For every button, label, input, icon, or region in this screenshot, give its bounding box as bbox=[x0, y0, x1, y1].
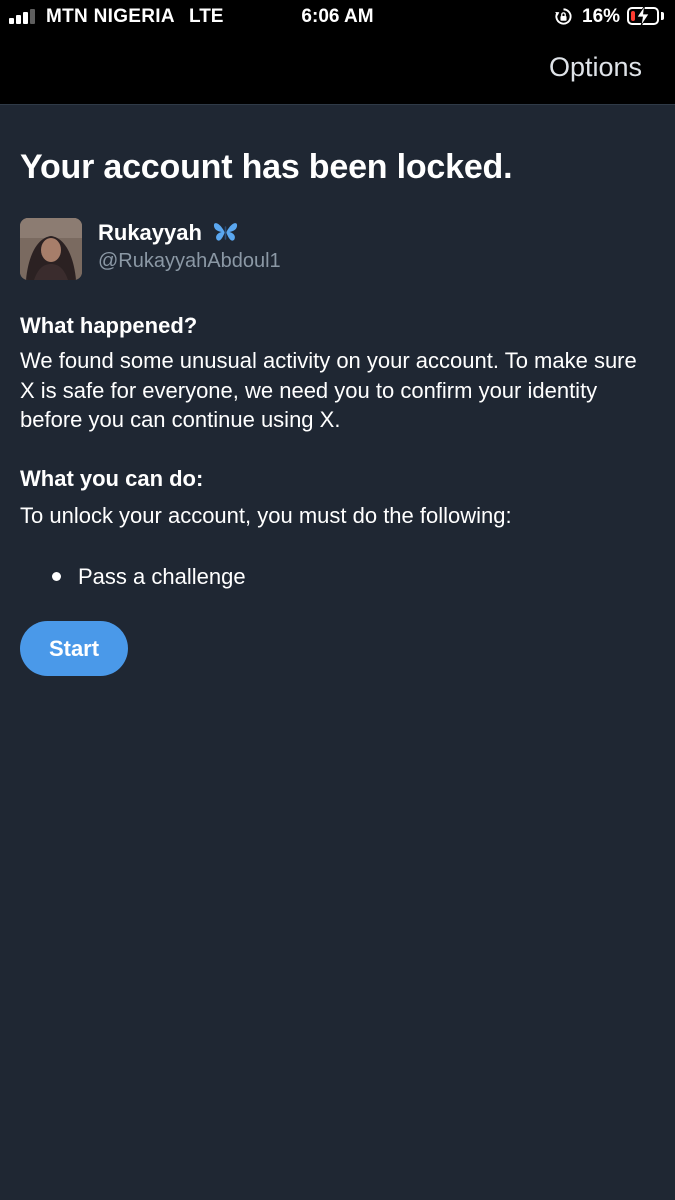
bullet-icon bbox=[52, 572, 61, 581]
butterfly-icon bbox=[213, 223, 238, 241]
page-title: Your account has been locked. bbox=[20, 148, 513, 186]
options-button[interactable]: Options bbox=[549, 52, 642, 83]
status-time: 6:06 AM bbox=[301, 6, 374, 27]
avatar bbox=[20, 218, 82, 280]
step-pass-challenge: Pass a challenge bbox=[78, 564, 246, 589]
battery-level bbox=[631, 11, 635, 21]
what-you-can-do-body: To unlock your account, you must do the … bbox=[20, 503, 512, 528]
what-happened-heading: What happened? bbox=[20, 313, 198, 338]
rotation-lock-icon bbox=[555, 8, 572, 25]
top-bar: MTN NIGERIA LTE 6:06 AM 16% Options bbox=[0, 0, 675, 104]
start-button[interactable]: Start bbox=[20, 621, 128, 676]
display-name: Rukayyah bbox=[98, 220, 202, 245]
what-happened-body: We found some unusual activity on your a… bbox=[20, 348, 637, 432]
status-bar: MTN NIGERIA LTE 6:06 AM 16% bbox=[0, 0, 675, 34]
header-divider bbox=[0, 104, 675, 105]
battery-percentage: 16% bbox=[582, 6, 621, 27]
battery-tip bbox=[661, 12, 664, 20]
what-you-can-do-heading: What you can do: bbox=[20, 466, 204, 491]
user-handle: @RukayyahAbdoul1 bbox=[98, 250, 281, 272]
charging-bolt-icon bbox=[636, 6, 650, 26]
